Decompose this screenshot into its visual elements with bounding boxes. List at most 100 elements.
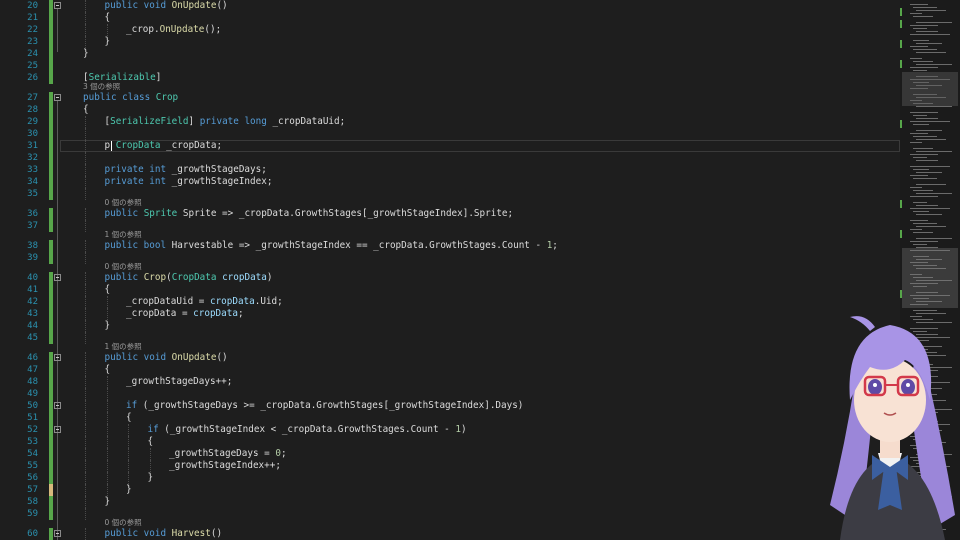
code-line[interactable]: 43 _cropData = cropData; [0, 308, 900, 320]
code-text[interactable]: { [105, 12, 111, 24]
code-line[interactable]: 26 [Serializable] [0, 72, 900, 84]
code-line[interactable]: 40 public Crop(CropData cropData) [0, 272, 900, 284]
code-text[interactable]: } [105, 496, 111, 508]
code-text[interactable]: public Sprite Sprite => _cropData.Growth… [105, 208, 514, 220]
code-line[interactable]: 31 p CropData _cropData; [0, 140, 900, 152]
code-text[interactable]: [SerializeField] private long _cropDataU… [105, 116, 346, 128]
code-text[interactable]: public class Crop [83, 92, 178, 104]
code-line[interactable]: 54 _growthStageDays = 0; [0, 448, 900, 460]
code-line[interactable]: 36 public Sprite Sprite => _cropData.Grow… [0, 208, 900, 220]
line-number: 49 [27, 389, 38, 399]
line-number: 53 [27, 437, 38, 447]
code-line[interactable]: 60 public void Harvest() [0, 528, 900, 540]
code-line[interactable]: 33 private int _growthStageDays; [0, 164, 900, 176]
code-line[interactable]: 20 public void OnUpdate() [0, 0, 900, 12]
code-text[interactable]: } [105, 36, 111, 48]
code-token: { [83, 104, 89, 115]
code-text[interactable]: _cropData = cropData; [126, 308, 244, 320]
code-line[interactable]: 29 [SerializeField] private long _cropDat… [0, 116, 900, 128]
code-line[interactable]: 32 [0, 152, 900, 164]
code-text[interactable]: _growthStageDays++; [126, 376, 232, 388]
code-line[interactable]: 48 _growthStageDays++; [0, 376, 900, 388]
codelens-references[interactable]: 1 個の参照 [105, 342, 142, 352]
code-token: private int [104, 176, 172, 187]
code-line[interactable]: 21 { [0, 12, 900, 24]
minimap-line [913, 148, 933, 149]
minimap-line [916, 118, 938, 119]
code-line[interactable]: 42 _cropDataUid = cropData.Uid; [0, 296, 900, 308]
code-line[interactable]: 58} [0, 496, 900, 508]
code-text[interactable]: p CropData _cropData; [105, 140, 223, 152]
code-text[interactable]: _crop.OnUpdate(); [126, 24, 221, 36]
code-line[interactable]: 41 { [0, 284, 900, 296]
code-line[interactable]: 47 { [0, 364, 900, 376]
minimap-line [916, 226, 946, 227]
indent-guide [106, 24, 108, 36]
code-text[interactable]: private int _growthStageIndex; [105, 176, 273, 188]
code-text[interactable]: { [105, 364, 111, 376]
code-text[interactable]: } [83, 48, 89, 60]
code-line[interactable]: 27 public class Crop [0, 92, 900, 104]
code-text[interactable]: _growthStageIndex++; [169, 460, 281, 472]
code-line[interactable]: 46 public void OnUpdate() [0, 352, 900, 364]
collapse-icon[interactable] [54, 426, 61, 433]
code-line[interactable]: 53 { [0, 436, 900, 448]
code-text[interactable]: { [126, 412, 132, 424]
collapse-icon[interactable] [54, 530, 61, 537]
code-text[interactable]: public Crop(CropData cropData) [105, 272, 273, 284]
code-line[interactable]: 34 private int _growthStageIndex; [0, 176, 900, 188]
code-text[interactable]: } [105, 320, 111, 332]
code-line[interactable]: 49 [0, 388, 900, 400]
collapse-icon[interactable] [54, 402, 61, 409]
collapse-icon[interactable] [54, 2, 61, 9]
code-text[interactable]: { [148, 436, 154, 448]
code-text[interactable]: if (_growthStageIndex < _cropData.Growth… [148, 424, 467, 436]
codelens-references[interactable]: 1 個の参照 [105, 230, 142, 240]
change-marker [49, 0, 53, 12]
code-text[interactable]: _growthStageDays = 0; [169, 448, 287, 460]
code-line[interactable]: 52 if (_growthStageIndex < _cropData.Grow… [0, 424, 900, 436]
code-line[interactable]: 56} [0, 472, 900, 484]
indent-guide [106, 472, 108, 484]
codelens-references[interactable]: 0 個の参照 [105, 518, 142, 528]
code-token: { [126, 412, 132, 423]
code-text[interactable]: public bool Harvestable => _growthStageI… [105, 240, 558, 252]
code-token: public void [104, 352, 172, 363]
code-text[interactable]: private int _growthStageDays; [105, 164, 267, 176]
code-line[interactable]: 51 { [0, 412, 900, 424]
minimap-line [913, 223, 937, 224]
code-line[interactable]: 38 public bool Harvestable => _growthStag… [0, 240, 900, 252]
code-line[interactable]: 22 _crop.OnUpdate(); [0, 24, 900, 36]
codelens-references[interactable]: 0 個の参照 [105, 198, 142, 208]
code-text[interactable]: { [83, 104, 89, 116]
code-text[interactable]: _cropDataUid = cropData.Uid; [126, 296, 283, 308]
code-text[interactable]: if (_growthStageDays >= _cropData.Growth… [126, 400, 523, 412]
code-line[interactable]: 25 [0, 60, 900, 72]
code-line[interactable]: 23} [0, 36, 900, 48]
minimap-change-marker [900, 200, 902, 208]
codelens-references[interactable]: 0 個の参照 [105, 262, 142, 272]
code-line[interactable]: 28 { [0, 104, 900, 116]
collapse-icon[interactable] [54, 274, 61, 281]
code-text[interactable]: } [148, 472, 154, 484]
code-line[interactable]: 57} [0, 484, 900, 496]
code-text[interactable]: public void OnUpdate() [105, 352, 228, 364]
minimap-viewport-indicator[interactable] [902, 72, 958, 106]
collapse-icon[interactable] [54, 354, 61, 361]
indent-guide [85, 128, 86, 140]
indent-guide [85, 508, 86, 520]
code-text[interactable]: public void Harvest() [105, 528, 223, 540]
code-line[interactable]: 50 if (_growthStageDays >= _cropData.Grow… [0, 400, 900, 412]
code-line[interactable]: 30 [0, 128, 900, 140]
collapse-icon[interactable] [54, 94, 61, 101]
code-text[interactable]: { [105, 284, 111, 296]
code-text[interactable]: } [126, 484, 132, 496]
code-line[interactable]: 44} [0, 320, 900, 332]
codelens-references[interactable]: 3 個の参照 [83, 82, 120, 92]
code-editor[interactable]: 20 public void OnUpdate() 21{22 _crop.OnUpd… [0, 0, 900, 540]
code-token: _growthStageDays++; [126, 376, 233, 387]
minimap-line [910, 46, 928, 47]
code-line[interactable]: 55 _growthStageIndex++; [0, 460, 900, 472]
code-text[interactable]: public void OnUpdate() [105, 0, 228, 12]
code-line[interactable]: 24} [0, 48, 900, 60]
